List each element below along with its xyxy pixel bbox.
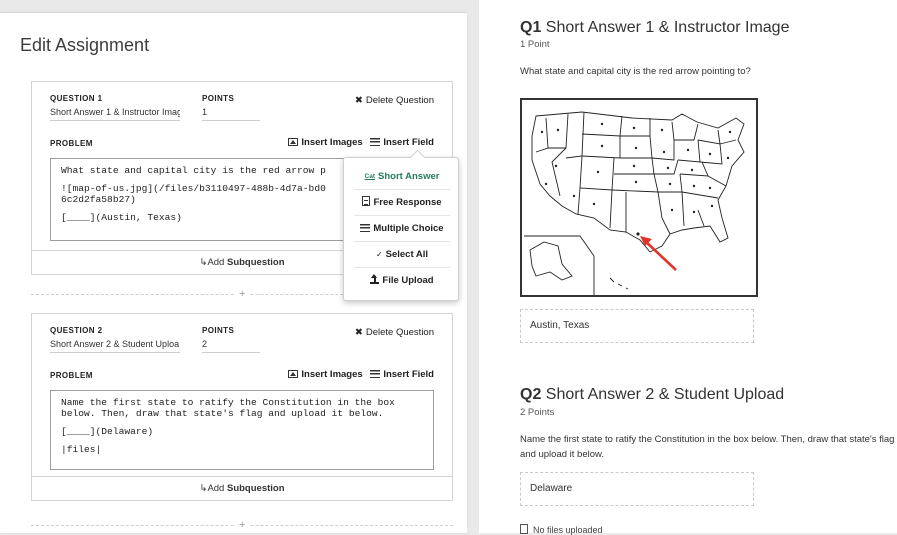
document-icon	[362, 196, 371, 206]
insert-field-button[interactable]: Insert Field	[365, 137, 434, 148]
add-question-plus[interactable]: +	[235, 518, 250, 532]
delete-question-2-button[interactable]: ✖ Delete Question	[355, 327, 434, 338]
list-icon	[360, 224, 371, 232]
close-icon: ✖	[354, 95, 363, 106]
subquestion-label: Subquestion	[226, 483, 285, 494]
list-icon	[370, 370, 381, 378]
menu-item-short-answer[interactable]: Cat Short Answer	[354, 164, 450, 190]
add-question-divider: +	[31, 518, 453, 532]
problem-toolbar: Insert Images Insert Field	[288, 369, 434, 380]
add-subquestion-2-button[interactable]: ↳Add Subquestion	[32, 476, 452, 500]
problem-toolbar: Insert Images Insert Field	[288, 137, 434, 148]
preview-q2-number: Q2	[520, 386, 542, 403]
problem-line: |files|	[61, 444, 102, 455]
insert-field-label: Insert Field	[383, 369, 434, 380]
upload-icon	[370, 274, 380, 284]
insert-field-label: Insert Field	[383, 137, 434, 148]
preview-q2-files-status: No files uploaded	[520, 524, 603, 535]
question-2-name-input[interactable]: Short Answer 2 & Student Uploa	[50, 339, 180, 353]
problem-line: [____](Delaware)	[61, 426, 154, 437]
insert-images-label: Insert Images	[301, 369, 363, 380]
question-card-2: QUESTION 2 POINTS Short Answer 2 & Stude…	[31, 313, 453, 501]
files-status-text: No files uploaded	[533, 525, 603, 535]
preview-q1-text: What state and capital city is the red a…	[520, 66, 751, 77]
question-2-points-input[interactable]: 2	[202, 339, 260, 353]
preview-q2-text: Name the first state to ratify the Const…	[520, 434, 895, 460]
menu-item-label: Free Response	[373, 197, 442, 208]
insert-field-menu: Cat Short Answer Free Response Multiple C…	[343, 157, 459, 301]
preview-q1-number: Q1	[520, 19, 542, 36]
problem-line: Name the first state to ratify the Const…	[61, 397, 395, 419]
subquestion-label: Subquestion	[226, 257, 285, 268]
menu-item-label: Multiple Choice	[373, 223, 444, 234]
close-icon: ✖	[354, 327, 363, 338]
menu-item-multiple-choice[interactable]: Multiple Choice	[354, 216, 450, 242]
points-label: POINTS	[202, 94, 235, 103]
us-map-image	[520, 98, 758, 297]
menu-item-free-response[interactable]: Free Response	[354, 190, 450, 216]
preview-q1-points: 1 Point	[520, 39, 550, 50]
preview-panel: Q1 Short Answer 1 & Instructor Image 1 P…	[479, 0, 897, 535]
add-label: Add	[207, 257, 225, 268]
insert-images-button[interactable]: Insert Images	[288, 369, 363, 380]
delete-question-1-button[interactable]: ✖ Delete Question	[355, 95, 434, 106]
question-1-points-input[interactable]: 1	[202, 107, 260, 121]
preview-q2-points: 2 Points	[520, 407, 555, 418]
insert-images-label: Insert Images	[301, 137, 363, 148]
preview-q2-title: Q2 Short Answer 2 & Student Upload	[520, 386, 784, 404]
insert-field-button[interactable]: Insert Field	[365, 369, 434, 380]
preview-q2-title-text: Short Answer 2 & Student Upload	[545, 386, 785, 403]
delete-question-label: Delete Question	[365, 327, 434, 338]
insert-images-button[interactable]: Insert Images	[288, 137, 363, 148]
text-icon: Cat	[364, 173, 376, 180]
preview-q1-title: Q1 Short Answer 1 & Instructor Image	[520, 19, 789, 37]
page-title: Edit Assignment	[20, 35, 150, 55]
menu-item-label: Select All	[385, 249, 429, 260]
menu-item-select-all[interactable]: ✓ Select All	[354, 242, 450, 268]
menu-item-file-upload[interactable]: File Upload	[354, 268, 450, 294]
menu-item-label: Short Answer	[378, 171, 440, 182]
image-icon	[288, 138, 299, 146]
question-1-label: QUESTION 1	[50, 94, 103, 103]
add-question-plus[interactable]: +	[235, 287, 250, 301]
menu-item-label: File Upload	[382, 275, 434, 286]
preview-q1-answer-field[interactable]: Austin, Texas	[520, 309, 754, 343]
checklist-icon: ✓	[375, 250, 383, 259]
question-2-label: QUESTION 2	[50, 326, 103, 335]
problem-2-editor[interactable]: Name the first state to ratify the Const…	[50, 390, 434, 470]
preview-q1-title-text: Short Answer 1 & Instructor Image	[545, 19, 790, 36]
red-arrow-icon	[640, 236, 677, 271]
preview-q2-answer-field[interactable]: Delaware	[520, 472, 754, 506]
problem-label: PROBLEM	[50, 139, 93, 148]
points-label: POINTS	[202, 326, 235, 335]
image-icon	[288, 370, 299, 378]
problem-label: PROBLEM	[50, 371, 93, 380]
question-1-name-input[interactable]: Short Answer 1 & Instructor Imag	[50, 107, 180, 121]
add-label: Add	[207, 483, 225, 494]
us-map-drawing	[524, 111, 745, 295]
delete-question-label: Delete Question	[365, 95, 434, 106]
list-icon	[370, 138, 381, 146]
